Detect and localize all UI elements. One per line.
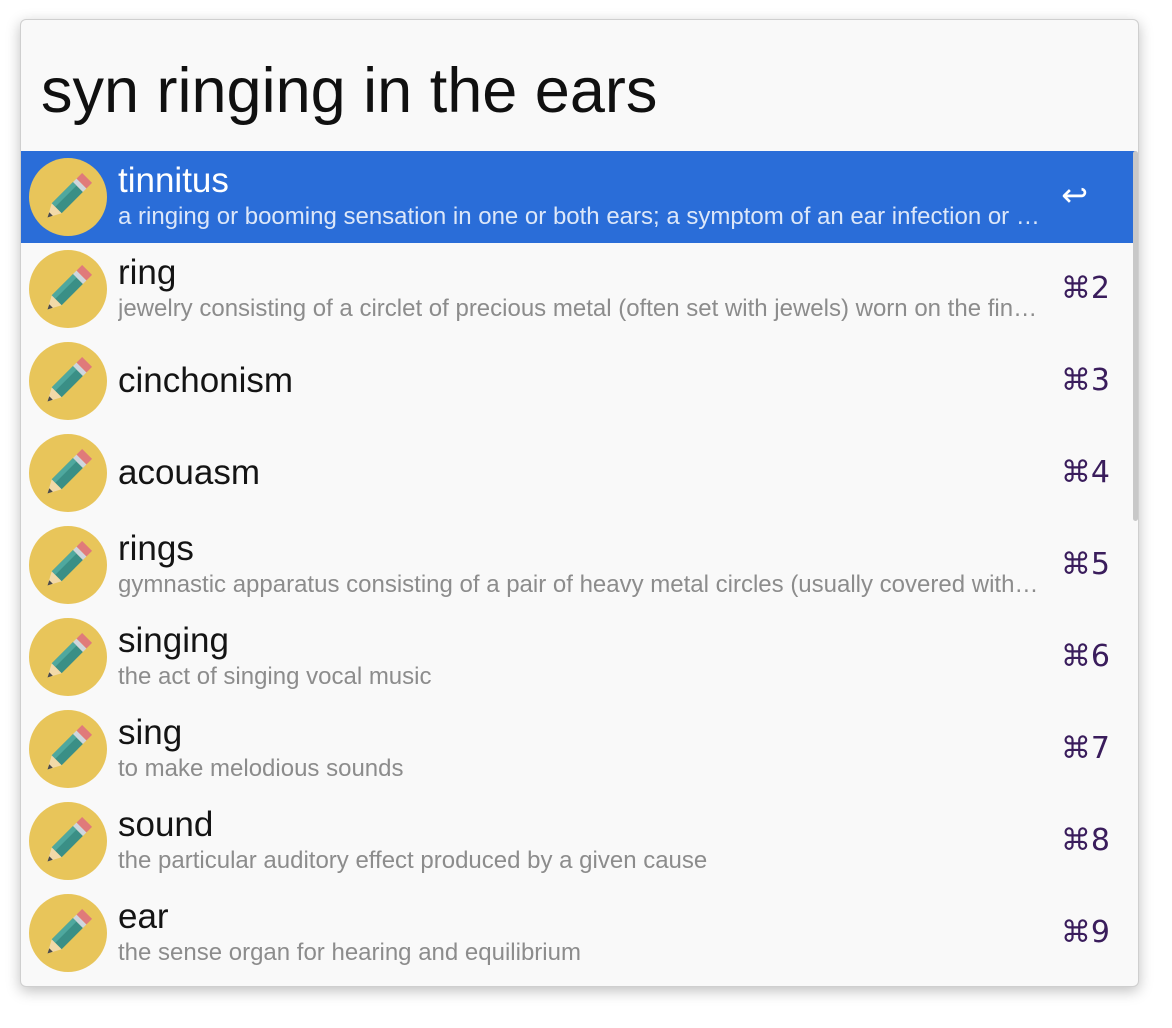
result-row-tinnitus[interactable]: tinnitus a ringing or booming sensation … [21, 151, 1136, 243]
result-title: ring [118, 253, 177, 292]
search-input[interactable] [41, 54, 1101, 128]
results-list: tinnitus a ringing or booming sensation … [21, 151, 1136, 979]
result-row-singing[interactable]: singing the act of singing vocal music ⌘… [21, 611, 1136, 703]
result-row-sing[interactable]: sing to make melodious sounds ⌘7 [21, 703, 1136, 795]
launcher-window: tinnitus a ringing or booming sensation … [20, 19, 1139, 987]
result-shortcut: ⌘7 [1060, 731, 1110, 766]
result-title: acouasm [118, 453, 261, 492]
result-subtitle: to make melodious sounds [118, 755, 404, 782]
result-title: rings [118, 529, 194, 568]
pencil-icon [29, 618, 107, 696]
pencil-icon [29, 250, 107, 328]
result-row-cinchonism[interactable]: cinchonism ⌘3 [21, 335, 1136, 427]
result-shortcut: ⌘3 [1060, 363, 1110, 398]
result-title: cinchonism [118, 361, 294, 400]
result-row-ring[interactable]: ring jewelry consisting of a circlet of … [21, 243, 1136, 335]
scrollbar[interactable] [1133, 151, 1138, 521]
result-shortcut: ⌘2 [1060, 271, 1110, 306]
pencil-icon [29, 342, 107, 420]
pencil-icon [29, 894, 107, 972]
result-shortcut: ⌘6 [1060, 639, 1110, 674]
pencil-icon [29, 434, 107, 512]
result-title: tinnitus [118, 161, 229, 200]
result-subtitle: the sense organ for hearing and equilibr… [118, 939, 581, 966]
result-shortcut: ⌘8 [1060, 823, 1110, 858]
pencil-icon [29, 158, 107, 236]
result-subtitle: the act of singing vocal music [118, 663, 432, 690]
result-subtitle: gymnastic apparatus consisting of a pair… [118, 571, 1043, 598]
result-row-acouasm[interactable]: acouasm ⌘4 [21, 427, 1136, 519]
result-title: singing [118, 621, 229, 660]
result-title: sound [118, 805, 214, 844]
result-title: sing [118, 713, 183, 752]
result-subtitle: a ringing or booming sensation in one or… [118, 203, 1043, 230]
result-subtitle: the particular auditory effect produced … [118, 847, 708, 874]
result-row-rings[interactable]: rings gymnastic apparatus consisting of … [21, 519, 1136, 611]
result-shortcut: ⌘9 [1060, 915, 1110, 950]
result-shortcut: ⌘5 [1060, 547, 1110, 582]
result-title: ear [118, 897, 169, 936]
pencil-icon [29, 526, 107, 604]
result-row-ear[interactable]: ear the sense organ for hearing and equi… [21, 887, 1136, 979]
result-shortcut: ⌘4 [1060, 455, 1110, 490]
pencil-icon [29, 802, 107, 880]
result-row-sound[interactable]: sound the particular auditory effect pro… [21, 795, 1136, 887]
return-key-icon: ↩ [1061, 176, 1088, 214]
pencil-icon [29, 710, 107, 788]
result-subtitle: jewelry consisting of a circlet of preci… [118, 295, 1043, 322]
